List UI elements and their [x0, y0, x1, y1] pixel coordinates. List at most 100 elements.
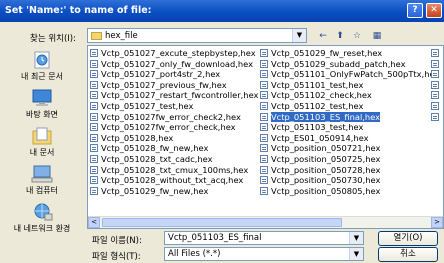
file-name: Vctp_051027_excute_stepbystep,hex: [101, 48, 256, 58]
file-list[interactable]: Vctp_051027_excute_stepbystep,hex Vctp_05…: [87, 45, 444, 229]
file-item[interactable]: Vctp_position_050725,hex: [260, 154, 439, 165]
place-label: 내 컴퓨터: [26, 186, 58, 195]
file-item[interactable]: Vctp_051027fw_error_check,hex: [90, 122, 258, 133]
help-button[interactable]: ?: [407, 3, 423, 18]
file-icon: [90, 101, 98, 110]
place-label: 바탕 화면: [26, 110, 58, 119]
file-item[interactable]: Vctp_051029_fw_reset,hex: [260, 48, 439, 59]
filename-label: 파일 이름(N):: [92, 236, 142, 246]
file-icon: [90, 123, 98, 132]
file-name: Vctp_051027_only_fw_download,hex: [101, 58, 254, 69]
file-name: Vctp_051102_test,hex: [271, 100, 364, 111]
file-icon: [90, 91, 98, 100]
lookin-label: 찾는 위치(I):: [30, 34, 76, 44]
file-item[interactable]: Vctp_051027_test,hex: [90, 101, 258, 112]
horizontal-scrollbar[interactable]: < >: [88, 216, 443, 228]
file-item[interactable]: Vctp_051103_ES_final,hex: [260, 111, 439, 123]
file-icon: [90, 59, 98, 68]
file-name: Vctp_051028_without_txt_acq,hex: [101, 175, 244, 186]
place-my-computer[interactable]: 내 컴퓨터: [0, 165, 84, 196]
file-name: Vctp_position_050805,hex: [271, 185, 381, 196]
file-item[interactable]: Vctp_051027_only_fw_download,hex: [90, 59, 258, 70]
file-name: Vctp_ES01_050914,hex: [271, 132, 369, 143]
file-item[interactable]: Vctp_051027_port4str_2,hex: [90, 69, 258, 80]
file-column: Vctp_051027_excute_stepbystep,hex Vctp_05…: [90, 48, 258, 196]
cancel-button[interactable]: 취소: [378, 247, 438, 262]
file-item[interactable]: Vctp_position_050805,hex: [260, 186, 439, 197]
file-icon: [260, 154, 268, 163]
places-bar: 내 최근 문서 바탕 화면 내 문서 내 컴퓨터 내 네트워크 환경: [0, 45, 84, 240]
file-column-partial: [431, 48, 442, 122]
file-name: Vctp_051027fw_error_check,hex: [101, 122, 236, 133]
file-item[interactable]: Vctp_051101_test,hex: [260, 80, 439, 91]
filetype-select[interactable]: All Files (*.*) ▼: [164, 247, 364, 261]
file-name: Vctp_position_050728,hex: [271, 164, 381, 175]
file-item[interactable]: Vctp_051027_previous_fw,hex: [90, 80, 258, 91]
close-button[interactable]: ✕: [426, 3, 442, 18]
file-item[interactable]: Vctp_051102_test,hex: [260, 101, 439, 112]
file-icon: [260, 123, 268, 132]
view-menu-icon[interactable]: ▦: [367, 30, 387, 43]
file-item[interactable]: Vctp_051027_excute_stepbystep,hex: [90, 48, 258, 59]
filetype-label: 파일 형식(T):: [92, 252, 141, 262]
file-name: Vctp_position_050725,hex: [271, 153, 381, 164]
file-item[interactable]: Vctp_position_050730,hex: [260, 175, 439, 186]
scroll-right-button[interactable]: >: [431, 217, 443, 228]
file-name: Vctp_position_050721,hex: [271, 143, 381, 154]
file-name: Vctp_051103_ES_final,hex: [271, 111, 381, 122]
file-item[interactable]: Vctp_position_050728,hex: [260, 165, 439, 176]
file-icon: [260, 59, 268, 68]
chevron-down-icon[interactable]: ▼: [292, 29, 306, 42]
up-folder-icon[interactable]: ⬆: [333, 30, 347, 43]
file-icon: [90, 49, 98, 57]
file-name: Vctp_051027_restart_fwcontroller,hex: [101, 90, 259, 101]
chevron-down-icon[interactable]: ▼: [349, 248, 363, 260]
file-item[interactable]: Vctp_051101_OnlyFwPatch_500pTtx,hex: [260, 69, 439, 80]
file-name: Vctp_051028,hex: [101, 132, 174, 143]
new-folder-icon[interactable]: ☆: [350, 30, 364, 43]
back-icon[interactable]: ←: [316, 30, 330, 43]
file-icon: [260, 49, 268, 57]
file-name: Vctp_051029_fw_reset,hex: [271, 48, 383, 58]
file-icon: [90, 165, 98, 174]
file-item[interactable]: Vctp_ES01_050914,hex: [260, 133, 439, 144]
file-icon: [260, 165, 268, 174]
lookin-select[interactable]: hex_file ▼: [87, 28, 307, 43]
place-my-documents[interactable]: 내 문서: [0, 127, 84, 158]
chevron-down-icon[interactable]: ▼: [349, 232, 363, 244]
open-button[interactable]: 열기(O): [378, 231, 438, 246]
place-network[interactable]: 내 네트워크 환경: [0, 203, 84, 234]
recent-documents-icon: [31, 51, 53, 69]
file-dialog: Set 'Name:' to name of file: ? ✕ 찾는 위치(I…: [0, 0, 444, 263]
file-item[interactable]: Vctp_051028_fw_new,hex: [90, 143, 258, 154]
scroll-thumb[interactable]: [102, 218, 342, 227]
file-icon: [260, 176, 268, 185]
file-name: Vctp_051027_port4str_2,hex: [101, 69, 221, 80]
filename-input[interactable]: Vctp_051103_ES_final ▼: [164, 231, 364, 245]
file-item[interactable]: Vctp_051029_subadd_patch,hex: [260, 59, 439, 70]
file-item[interactable]: Vctp_051027_restart_fwcontroller,hex: [90, 90, 258, 101]
place-label: 내 문서: [29, 148, 55, 157]
file-item[interactable]: Vctp_051103_test,hex: [260, 122, 439, 133]
file-item[interactable]: Vctp_051028,hex: [90, 133, 258, 144]
scroll-left-button[interactable]: <: [88, 217, 100, 228]
file-item[interactable]: Vctp_051028_txt_cmux_100ms,hex: [90, 165, 258, 176]
file-item[interactable]: Vctp_051029_fw_new,hex: [90, 186, 258, 197]
place-desktop[interactable]: 바탕 화면: [0, 89, 84, 120]
file-item[interactable]: Vctp_position_050721,hex: [260, 143, 439, 154]
file-icon: [260, 91, 268, 100]
file-name: Vctp_position_050730,hex: [271, 175, 381, 186]
file-icon: [90, 112, 98, 121]
file-icon: [260, 70, 268, 79]
file-name: Vctp_051027fw_error_check2,hex: [101, 111, 241, 122]
file-name: Vctp_051102_check,hex: [271, 90, 372, 101]
desktop-icon: [31, 89, 53, 107]
file-name: Vctp_051101_test,hex: [271, 79, 364, 90]
my-computer-icon: [31, 165, 53, 183]
file-item[interactable]: Vctp_051102_check,hex: [260, 90, 439, 101]
file-name: Vctp_051027_previous_fw,hex: [101, 79, 227, 90]
file-item[interactable]: Vctp_051028_without_txt_acq,hex: [90, 175, 258, 186]
file-item[interactable]: Vctp_051028_txt_cadc,hex: [90, 154, 258, 165]
file-item[interactable]: Vctp_051027fw_error_check2,hex: [90, 112, 258, 123]
place-recent-documents[interactable]: 내 최근 문서: [0, 51, 84, 82]
